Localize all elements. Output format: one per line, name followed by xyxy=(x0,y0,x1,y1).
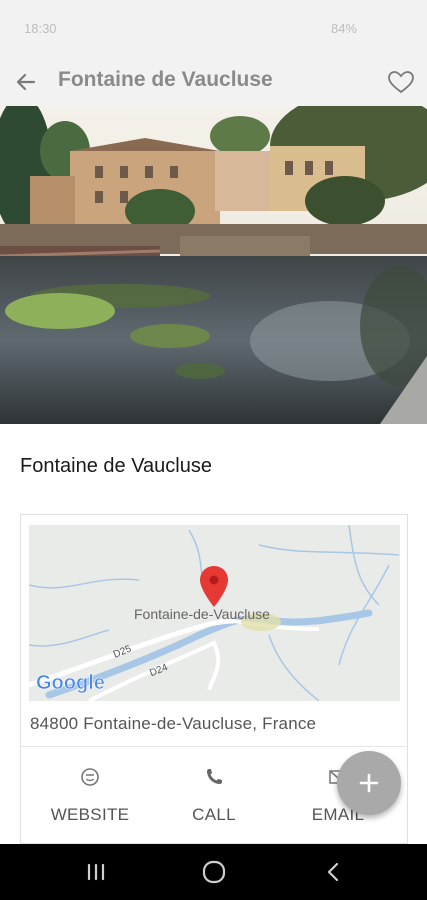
plus-icon xyxy=(359,773,379,793)
page-title: Fontaine de Vaucluse xyxy=(58,68,273,91)
place-name: Fontaine de Vaucluse xyxy=(20,455,212,477)
divider xyxy=(21,746,407,747)
phone-icon xyxy=(207,769,222,784)
back-button[interactable] xyxy=(8,64,44,100)
website-label: WEBSITE xyxy=(50,805,130,824)
heart-icon xyxy=(388,71,414,94)
recent-apps-icon xyxy=(87,863,105,881)
add-button[interactable] xyxy=(337,751,401,815)
call-label: CALL xyxy=(192,805,236,824)
chevron-left-icon xyxy=(327,862,339,882)
address-text: 84800 Fontaine-de-Vaucluse, France xyxy=(30,714,317,733)
system-navigation-bar xyxy=(0,844,427,900)
arrow-left-icon xyxy=(16,73,36,91)
home-icon xyxy=(202,860,226,884)
favorite-button[interactable] xyxy=(383,64,419,100)
status-bar: 18:30 84% xyxy=(0,0,427,58)
recent-apps-button[interactable] xyxy=(81,858,111,886)
back-nav-button[interactable] xyxy=(318,858,348,886)
status-time: 18:30 xyxy=(24,21,57,36)
hero-image xyxy=(0,106,427,424)
website-icon xyxy=(81,768,99,786)
google-logo: Google xyxy=(36,672,105,694)
map-preview[interactable]: D25 D24 Fontaine-de-Vaucluse Google xyxy=(29,525,400,701)
website-button[interactable]: WEBSITE xyxy=(35,765,145,835)
app-bar: Fontaine de Vaucluse xyxy=(0,58,427,106)
battery-level: 84% xyxy=(330,21,357,36)
home-button[interactable] xyxy=(199,858,229,886)
map-town-label: Fontaine-de-Vaucluse xyxy=(134,606,270,622)
call-button[interactable]: CALL xyxy=(159,765,269,835)
